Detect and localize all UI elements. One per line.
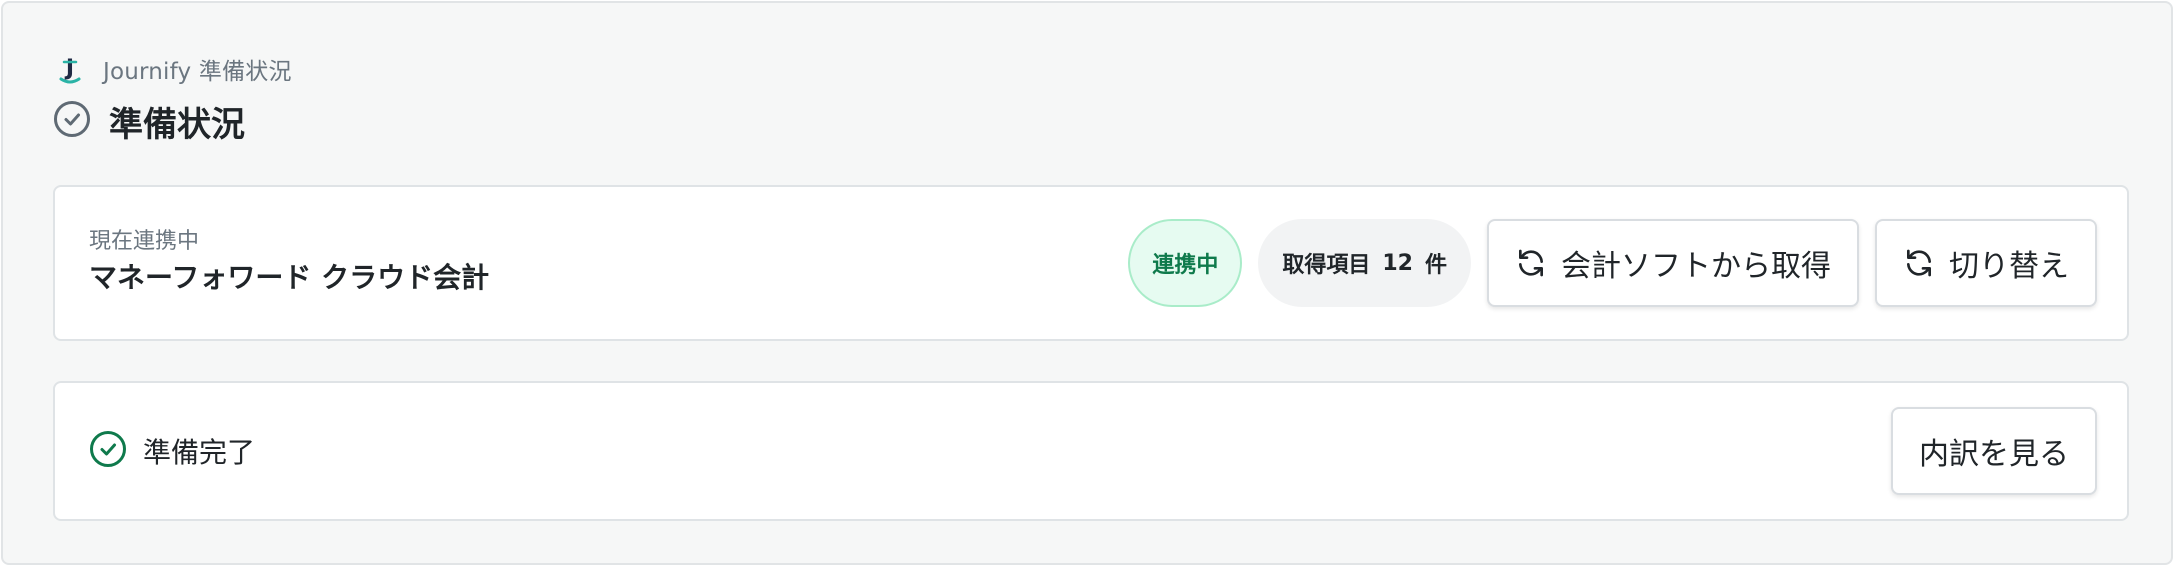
journify-logo-icon: J bbox=[55, 53, 85, 85]
svg-text:J: J bbox=[64, 56, 74, 81]
switch-button-label: 切り替え bbox=[1949, 249, 2069, 284]
refresh-icon bbox=[1903, 247, 1935, 279]
app-title: Journify 準備状況 bbox=[103, 59, 292, 85]
readiness-status-text: 準備完了 bbox=[143, 436, 256, 469]
page-title-row: 準備状況 bbox=[53, 99, 245, 145]
integration-label: 現在連携中 bbox=[89, 229, 200, 254]
page-title: 準備状況 bbox=[109, 104, 245, 145]
view-breakdown-button[interactable]: 内訳を見る bbox=[1891, 407, 2097, 495]
connected-badge: 連携中 bbox=[1128, 219, 1243, 307]
readiness-status: 準備完了 bbox=[89, 431, 255, 471]
integration-actions: 連携中 取得項目 12 件 会計ソフトから取得 切り替え bbox=[1128, 219, 2097, 307]
switch-integration-button[interactable]: 切り替え bbox=[1875, 219, 2097, 307]
fetch-button-label: 会計ソフトから取得 bbox=[1561, 249, 1831, 284]
check-circle-icon bbox=[53, 100, 91, 142]
fetched-items-badge: 取得項目 12 件 bbox=[1258, 219, 1471, 307]
refresh-icon bbox=[1515, 247, 1547, 279]
view-breakdown-label: 内訳を見る bbox=[1919, 437, 2069, 472]
readiness-status-card: 準備完了 内訳を見る bbox=[53, 381, 2129, 521]
fetch-from-accounting-button[interactable]: 会計ソフトから取得 bbox=[1487, 219, 1859, 307]
integration-name: マネーフォワード クラウド会計 bbox=[89, 261, 490, 294]
fetched-items-unit: 件 bbox=[1424, 253, 1447, 278]
fetched-items-label: 取得項目 bbox=[1282, 253, 1371, 278]
readiness-panel: J Journify 準備状況 準備状況 現在連携中 マネーフォワード クラウド… bbox=[1, 1, 2173, 565]
app-header: J Journify 準備状況 bbox=[55, 53, 292, 85]
integration-info: 現在連携中 マネーフォワード クラウド会計 bbox=[89, 227, 489, 297]
integration-card: 現在連携中 マネーフォワード クラウド会計 連携中 取得項目 12 件 会計ソフ… bbox=[53, 185, 2129, 341]
fetched-items-count: 12 bbox=[1382, 250, 1413, 276]
check-circle-icon bbox=[89, 430, 127, 472]
